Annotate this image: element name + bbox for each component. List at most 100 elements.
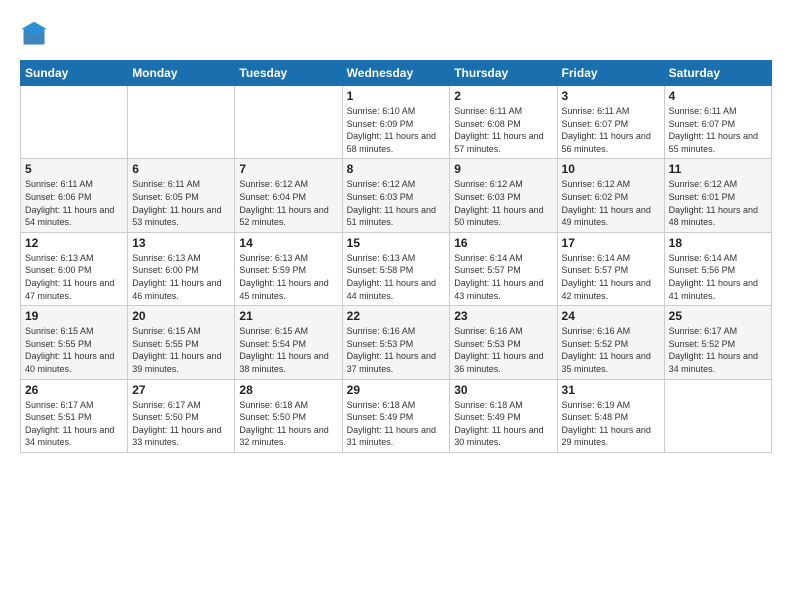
- weekday-header-tuesday: Tuesday: [235, 61, 342, 86]
- day-number: 24: [562, 309, 660, 323]
- cell-content: Sunrise: 6:12 AMSunset: 6:04 PMDaylight:…: [239, 178, 337, 228]
- calendar-cell: 21 Sunrise: 6:15 AMSunset: 5:54 PMDayligh…: [235, 306, 342, 379]
- cell-content: Sunrise: 6:14 AMSunset: 5:57 PMDaylight:…: [454, 252, 552, 302]
- cell-content: Sunrise: 6:11 AMSunset: 6:07 PMDaylight:…: [562, 105, 660, 155]
- day-number: 26: [25, 383, 123, 397]
- logo-icon: [20, 20, 48, 48]
- calendar-cell: 31 Sunrise: 6:19 AMSunset: 5:48 PMDayligh…: [557, 379, 664, 452]
- calendar-cell: 25 Sunrise: 6:17 AMSunset: 5:52 PMDayligh…: [664, 306, 771, 379]
- day-number: 6: [132, 162, 230, 176]
- page: SundayMondayTuesdayWednesdayThursdayFrid…: [0, 0, 792, 463]
- calendar-cell: 22 Sunrise: 6:16 AMSunset: 5:53 PMDayligh…: [342, 306, 450, 379]
- calendar-cell: 16 Sunrise: 6:14 AMSunset: 5:57 PMDayligh…: [450, 232, 557, 305]
- cell-content: Sunrise: 6:11 AMSunset: 6:08 PMDaylight:…: [454, 105, 552, 155]
- cell-content: Sunrise: 6:16 AMSunset: 5:53 PMDaylight:…: [347, 325, 446, 375]
- cell-content: Sunrise: 6:11 AMSunset: 6:06 PMDaylight:…: [25, 178, 123, 228]
- cell-content: Sunrise: 6:15 AMSunset: 5:54 PMDaylight:…: [239, 325, 337, 375]
- day-number: 25: [669, 309, 767, 323]
- calendar-cell: 7 Sunrise: 6:12 AMSunset: 6:04 PMDaylight…: [235, 159, 342, 232]
- calendar-cell: 28Sunrise: 6:18 AMSunset: 5:50 PMDayligh…: [235, 379, 342, 452]
- calendar-cell: 12Sunrise: 6:13 AMSunset: 6:00 PMDayligh…: [21, 232, 128, 305]
- week-row-5: 26 Sunrise: 6:17 AMSunset: 5:51 PMDayligh…: [21, 379, 772, 452]
- cell-content: Sunrise: 6:12 AMSunset: 6:02 PMDaylight:…: [562, 178, 660, 228]
- cell-content: Sunrise: 6:12 AMSunset: 6:03 PMDaylight:…: [347, 178, 446, 228]
- day-number: 22: [347, 309, 446, 323]
- calendar-cell: 18Sunrise: 6:14 AMSunset: 5:56 PMDayligh…: [664, 232, 771, 305]
- day-number: 27: [132, 383, 230, 397]
- day-number: 5: [25, 162, 123, 176]
- cell-content: Sunrise: 6:13 AMSunset: 6:00 PMDaylight:…: [132, 252, 230, 302]
- day-number: 1: [347, 89, 446, 103]
- weekday-header-friday: Friday: [557, 61, 664, 86]
- day-number: 3: [562, 89, 660, 103]
- week-row-4: 19 Sunrise: 6:15 AMSunset: 5:55 PMDayligh…: [21, 306, 772, 379]
- cell-content: Sunrise: 6:11 AMSunset: 6:07 PMDaylight:…: [669, 105, 767, 155]
- cell-content: Sunrise: 6:17 AMSunset: 5:50 PMDaylight:…: [132, 399, 230, 449]
- weekday-header-row: SundayMondayTuesdayWednesdayThursdayFrid…: [21, 61, 772, 86]
- cell-content: Sunrise: 6:13 AMSunset: 6:00 PMDaylight:…: [25, 252, 123, 302]
- calendar-cell: 1 Sunrise: 6:10 AMSunset: 6:09 PMDaylight…: [342, 86, 450, 159]
- day-number: 18: [669, 236, 767, 250]
- weekday-header-sunday: Sunday: [21, 61, 128, 86]
- calendar-cell: 8Sunrise: 6:12 AMSunset: 6:03 PMDaylight…: [342, 159, 450, 232]
- calendar-cell: 5 Sunrise: 6:11 AMSunset: 6:06 PMDaylight…: [21, 159, 128, 232]
- cell-content: Sunrise: 6:11 AMSunset: 6:05 PMDaylight:…: [132, 178, 230, 228]
- day-number: 17: [562, 236, 660, 250]
- cell-content: Sunrise: 6:10 AMSunset: 6:09 PMDaylight:…: [347, 105, 446, 155]
- calendar-cell: 24 Sunrise: 6:16 AMSunset: 5:52 PMDayligh…: [557, 306, 664, 379]
- calendar-cell: 4 Sunrise: 6:11 AMSunset: 6:07 PMDaylight…: [664, 86, 771, 159]
- calendar-cell: 17 Sunrise: 6:14 AMSunset: 5:57 PMDayligh…: [557, 232, 664, 305]
- header: [20, 20, 772, 48]
- cell-content: Sunrise: 6:18 AMSunset: 5:49 PMDaylight:…: [454, 399, 552, 449]
- cell-content: Sunrise: 6:16 AMSunset: 5:53 PMDaylight:…: [454, 325, 552, 375]
- week-row-3: 12Sunrise: 6:13 AMSunset: 6:00 PMDayligh…: [21, 232, 772, 305]
- day-number: 23: [454, 309, 552, 323]
- cell-content: Sunrise: 6:15 AMSunset: 5:55 PMDaylight:…: [25, 325, 123, 375]
- day-number: 9: [454, 162, 552, 176]
- calendar-cell: 6 Sunrise: 6:11 AMSunset: 6:05 PMDaylight…: [128, 159, 235, 232]
- day-number: 10: [562, 162, 660, 176]
- day-number: 19: [25, 309, 123, 323]
- cell-content: Sunrise: 6:13 AMSunset: 5:58 PMDaylight:…: [347, 252, 446, 302]
- cell-content: Sunrise: 6:14 AMSunset: 5:57 PMDaylight:…: [562, 252, 660, 302]
- day-number: 14: [239, 236, 337, 250]
- day-number: 13: [132, 236, 230, 250]
- week-row-1: 1 Sunrise: 6:10 AMSunset: 6:09 PMDaylight…: [21, 86, 772, 159]
- cell-content: Sunrise: 6:15 AMSunset: 5:55 PMDaylight:…: [132, 325, 230, 375]
- calendar-cell: 20 Sunrise: 6:15 AMSunset: 5:55 PMDayligh…: [128, 306, 235, 379]
- day-number: 11: [669, 162, 767, 176]
- calendar-cell: 23 Sunrise: 6:16 AMSunset: 5:53 PMDayligh…: [450, 306, 557, 379]
- calendar-cell: 27 Sunrise: 6:17 AMSunset: 5:50 PMDayligh…: [128, 379, 235, 452]
- calendar-cell: 10 Sunrise: 6:12 AMSunset: 6:02 PMDayligh…: [557, 159, 664, 232]
- calendar-cell: 14Sunrise: 6:13 AMSunset: 5:59 PMDayligh…: [235, 232, 342, 305]
- cell-content: Sunrise: 6:16 AMSunset: 5:52 PMDaylight:…: [562, 325, 660, 375]
- calendar-cell: [21, 86, 128, 159]
- day-number: 20: [132, 309, 230, 323]
- day-number: 4: [669, 89, 767, 103]
- day-number: 16: [454, 236, 552, 250]
- day-number: 21: [239, 309, 337, 323]
- cell-content: Sunrise: 6:17 AMSunset: 5:51 PMDaylight:…: [25, 399, 123, 449]
- calendar-cell: 3 Sunrise: 6:11 AMSunset: 6:07 PMDaylight…: [557, 86, 664, 159]
- week-row-2: 5 Sunrise: 6:11 AMSunset: 6:06 PMDaylight…: [21, 159, 772, 232]
- calendar-cell: 30 Sunrise: 6:18 AMSunset: 5:49 PMDayligh…: [450, 379, 557, 452]
- weekday-header-wednesday: Wednesday: [342, 61, 450, 86]
- calendar-cell: 15Sunrise: 6:13 AMSunset: 5:58 PMDayligh…: [342, 232, 450, 305]
- day-number: 30: [454, 383, 552, 397]
- calendar-cell: 26 Sunrise: 6:17 AMSunset: 5:51 PMDayligh…: [21, 379, 128, 452]
- weekday-header-saturday: Saturday: [664, 61, 771, 86]
- day-number: 2: [454, 89, 552, 103]
- weekday-header-thursday: Thursday: [450, 61, 557, 86]
- cell-content: Sunrise: 6:12 AMSunset: 6:01 PMDaylight:…: [669, 178, 767, 228]
- calendar-cell: 9Sunrise: 6:12 AMSunset: 6:03 PMDaylight…: [450, 159, 557, 232]
- calendar-cell: 13 Sunrise: 6:13 AMSunset: 6:00 PMDayligh…: [128, 232, 235, 305]
- day-number: 7: [239, 162, 337, 176]
- day-number: 28: [239, 383, 337, 397]
- calendar-cell: 2 Sunrise: 6:11 AMSunset: 6:08 PMDaylight…: [450, 86, 557, 159]
- day-number: 29: [347, 383, 446, 397]
- cell-content: Sunrise: 6:17 AMSunset: 5:52 PMDaylight:…: [669, 325, 767, 375]
- calendar-cell: 11 Sunrise: 6:12 AMSunset: 6:01 PMDayligh…: [664, 159, 771, 232]
- cell-content: Sunrise: 6:19 AMSunset: 5:48 PMDaylight:…: [562, 399, 660, 449]
- calendar-cell: [235, 86, 342, 159]
- day-number: 31: [562, 383, 660, 397]
